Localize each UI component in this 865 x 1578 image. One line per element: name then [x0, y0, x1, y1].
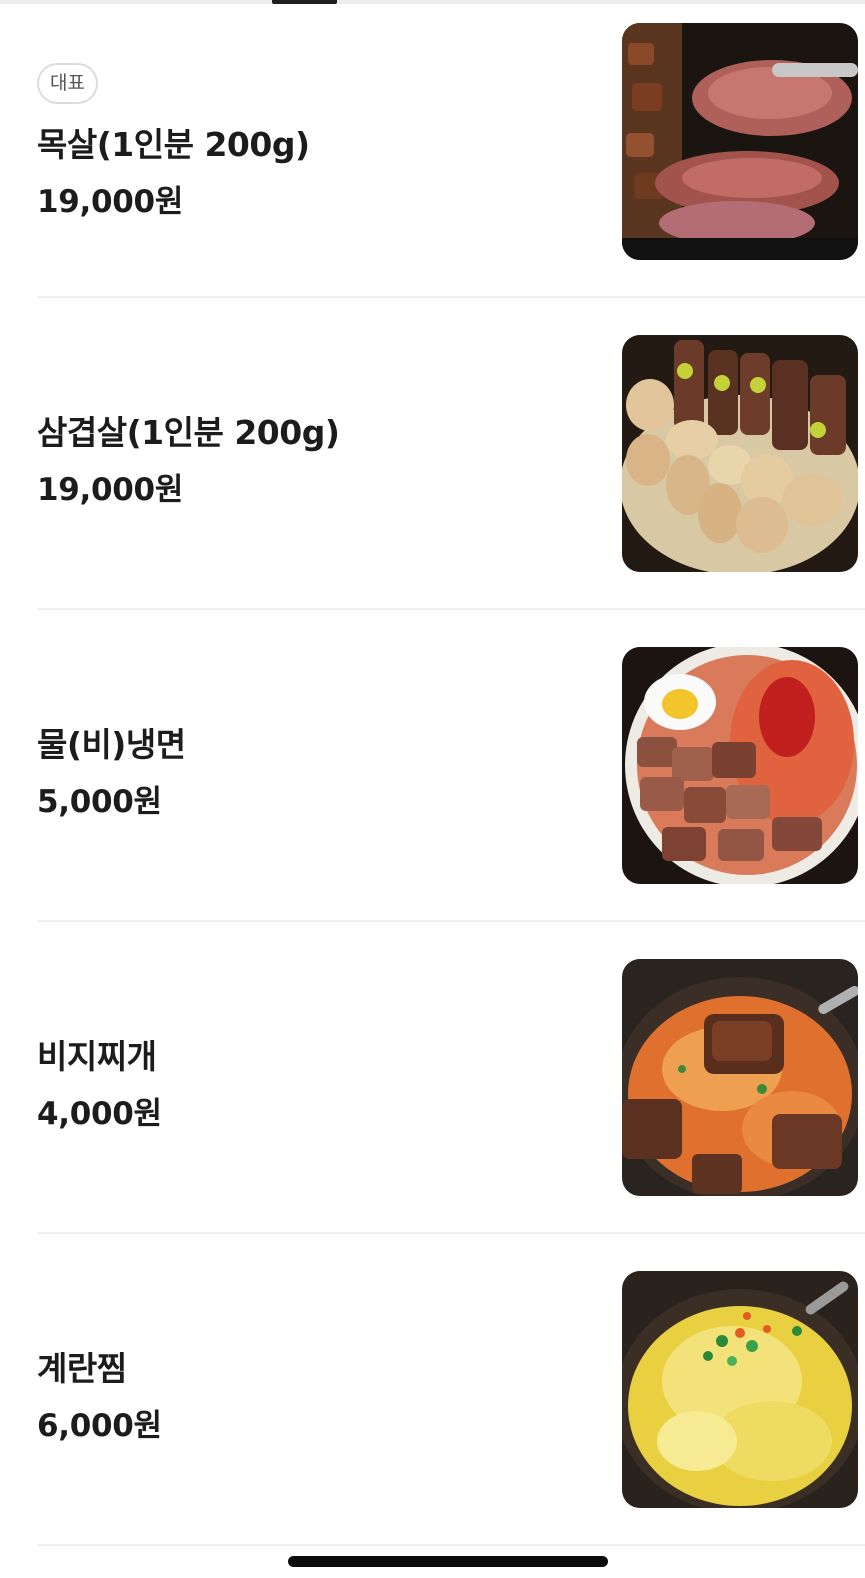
menu-divider [37, 1232, 865, 1234]
signature-badge: 대표 [37, 63, 98, 104]
menu-item-info: 물(비)냉면 5,000원 [37, 624, 597, 936]
menu-item-name: 물(비)냉면 [37, 725, 186, 764]
steamed-egg-photo [622, 1271, 858, 1508]
menu-item-photo[interactable] [622, 335, 858, 572]
menu-item-info: 계란찜 6,000원 [37, 1248, 597, 1560]
menu-item-info: 비지찌개 4,000원 [37, 936, 597, 1248]
menu-item-photo[interactable] [622, 1271, 858, 1508]
menu-item[interactable]: 물(비)냉면 5,000원 [0, 624, 865, 936]
menu-item-price: 6,000원 [37, 1408, 162, 1444]
menu-item-name: 목살(1인분 200g) [37, 125, 310, 164]
menu-item-photo[interactable] [622, 23, 858, 260]
menu-item[interactable]: 삼겹살(1인분 200g) 19,000원 [0, 312, 865, 624]
menu-item[interactable]: 비지찌개 4,000원 [0, 936, 865, 1248]
menu-item-name: 삼겹살(1인분 200g) [37, 413, 340, 452]
menu-item-price: 4,000원 [37, 1096, 162, 1132]
menu-divider [37, 1544, 865, 1546]
menu-divider [37, 920, 865, 922]
grilled-pork-belly-mushroom-photo [622, 335, 858, 572]
menu-item[interactable]: 대표 목살(1인분 200g) 19,000원 [0, 0, 865, 312]
menu-divider [37, 608, 865, 610]
menu-item-price: 19,000원 [37, 184, 184, 220]
grilled-pork-neck-photo [622, 23, 858, 260]
menu-item-info: 대표 목살(1인분 200g) 19,000원 [37, 0, 597, 312]
menu-item-photo[interactable] [622, 647, 858, 884]
menu-page: 대표 목살(1인분 200g) 19,000원 삼겹살(1인분 200g) 19… [0, 0, 865, 1578]
cold-noodles-photo [622, 647, 858, 884]
menu-divider [37, 296, 865, 298]
menu-item-price: 5,000원 [37, 784, 162, 820]
menu-item[interactable]: 계란찜 6,000원 [0, 1248, 865, 1560]
menu-item-price: 19,000원 [37, 472, 184, 508]
menu-item-photo[interactable] [622, 959, 858, 1196]
menu-item-name: 비지찌개 [37, 1037, 157, 1076]
bean-stew-photo [622, 959, 858, 1196]
menu-item-name: 계란찜 [37, 1349, 127, 1388]
home-indicator [288, 1556, 608, 1567]
menu-item-info: 삼겹살(1인분 200g) 19,000원 [37, 312, 597, 624]
